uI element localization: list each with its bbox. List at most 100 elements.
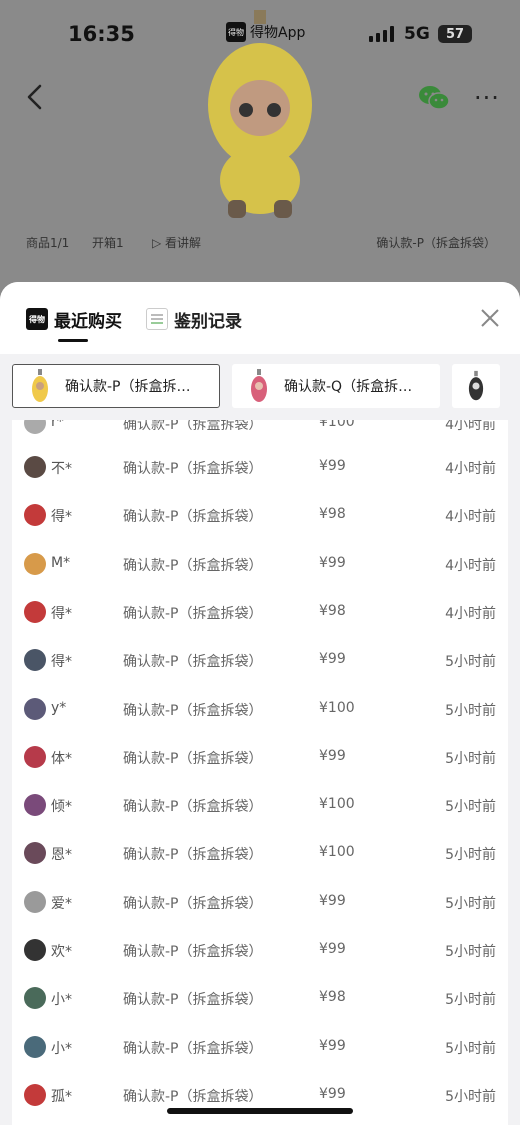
purchase-time: 4小时前 (445, 557, 496, 574)
purchase-time: 5小时前 (445, 944, 496, 960)
current-variant-label: 确认款-P（拆盒拆袋） (376, 236, 496, 250)
tab-label: 鉴别记录 (174, 311, 242, 332)
avatar (24, 420, 46, 434)
purchase-price: ¥99 (319, 651, 346, 668)
avatar (24, 456, 46, 478)
app-name: 得物App (250, 25, 306, 41)
avatar (24, 697, 46, 720)
variant-selector: 确认款-P（拆盒拆… 确认款-Q（拆盒拆… (0, 364, 520, 410)
certificate-icon (146, 308, 168, 330)
list-item: 不* 确认款-P（拆盒拆袋） ¥99 4小时前 (12, 444, 508, 492)
purchase-time: 5小时前 (445, 654, 496, 671)
network-type: 5G (404, 24, 430, 44)
buyer-name: 得* (51, 654, 72, 671)
list-item: 得* 确认款-P（拆盒拆袋） ¥99 5小时前 (12, 637, 508, 685)
buyer-name: r* (51, 420, 64, 430)
purchase-time: 5小时前 (445, 1088, 496, 1105)
variant-chip-p[interactable]: 确认款-P（拆盒拆… (12, 364, 220, 408)
variant-label: 确认款-Q（拆盒拆… (284, 379, 413, 395)
status-bar: 16:35 得物 得物App 5G 57 (0, 0, 520, 70)
buyer-name: 爱* (51, 895, 72, 912)
variant-thumbnail (32, 369, 48, 402)
purchase-time: 4小时前 (445, 605, 496, 622)
buyer-name: y* (51, 699, 67, 716)
list-item: y* 确认款-P（拆盒拆袋） ¥100 5小时前 (12, 686, 508, 734)
dewu-logo-icon: 得物 (26, 308, 48, 330)
purchase-price: ¥100 (319, 796, 355, 813)
home-indicator (167, 1108, 353, 1114)
tab-recent-purchases[interactable]: 得物 最近购买 (26, 304, 122, 334)
purchase-time: 5小时前 (445, 895, 496, 912)
avatar (24, 649, 46, 672)
avatar (24, 552, 46, 575)
list-item: 小* 确认款-P（拆盒拆袋） ¥99 5小时前 (12, 1024, 508, 1072)
buyer-name: M* (51, 554, 71, 571)
product-variant: 确认款-P（拆盒拆袋） (123, 654, 263, 671)
list-item: 得* 确认款-P（拆盒拆袋） ¥98 4小时前 (12, 589, 508, 637)
list-item: 得* 确认款-P（拆盒拆袋） ¥98 4小时前 (12, 492, 508, 540)
product-index[interactable]: 商品1/1 (26, 234, 69, 251)
active-tab-indicator (58, 339, 88, 342)
avatar (24, 745, 46, 768)
product-variant: 确认款-P（拆盒拆袋） (123, 557, 263, 574)
app-logo-icon: 得物 (226, 22, 246, 42)
variant-chip-q[interactable]: 确认款-Q（拆盒拆… (232, 364, 440, 408)
buyer-name: 孤* (51, 1088, 72, 1105)
purchase-list[interactable]: r* 确认款-P（拆盒拆袋） ¥100 4小时前 不* 确认款-P（拆盒拆袋） ¥9… (12, 420, 508, 1125)
purchase-time: 5小时前 (445, 799, 496, 816)
purchase-price: ¥98 (319, 602, 346, 619)
purchase-time: 5小时前 (445, 847, 496, 864)
purchase-time: 4小时前 (445, 420, 496, 433)
purchase-price: ¥99 (319, 458, 346, 474)
recent-purchases-sheet: 得物 最近购买 鉴别记录 确认款-P（拆盒拆… 确认款-Q（拆盒拆… r* 确认… (0, 282, 520, 1125)
avatar (24, 1035, 46, 1058)
purchase-time: 5小时前 (445, 992, 496, 1009)
avatar (24, 842, 46, 865)
variant-thumbnail (251, 369, 267, 402)
app-indicator: 得物 得物App (226, 22, 305, 42)
product-meta-bar: 商品1/1 开箱1 ▷ 看讲解 确认款-P（拆盒拆袋） (26, 234, 496, 254)
avatar (24, 504, 46, 527)
purchase-price: ¥99 (319, 554, 346, 571)
more-icon[interactable]: ··· (474, 84, 500, 112)
tab-label: 最近购买 (54, 311, 122, 332)
product-variant: 确认款-P（拆盒拆袋） (123, 702, 263, 719)
product-variant: 确认款-P（拆盒拆袋） (123, 420, 263, 433)
product-variant: 确认款-P（拆盒拆袋） (123, 895, 263, 912)
status-time: 16:35 (68, 22, 135, 46)
close-icon[interactable] (480, 308, 500, 328)
avatar (24, 1083, 46, 1106)
product-variant: 确认款-P（拆盒拆袋） (123, 750, 263, 767)
purchase-price: ¥98 (319, 989, 346, 1006)
buyer-name: 得* (51, 605, 72, 622)
battery-icon: 57 (438, 25, 472, 43)
list-item: 体* 确认款-P（拆盒拆袋） ¥99 5小时前 (12, 734, 508, 782)
purchase-time: 4小时前 (445, 461, 496, 477)
list-item: M* 确认款-P（拆盒拆袋） ¥99 4小时前 (12, 541, 508, 589)
watch-explain-link[interactable]: ▷ 看讲解 (152, 234, 201, 251)
sheet-header: 得物 最近购买 鉴别记录 (0, 282, 520, 354)
product-variant: 确认款-P（拆盒拆袋） (123, 1088, 263, 1105)
product-variant: 确认款-P（拆盒拆袋） (123, 847, 263, 864)
purchase-price: ¥98 (319, 506, 346, 523)
wechat-icon[interactable] (418, 84, 450, 112)
variant-thumbnail (468, 370, 484, 401)
avatar (24, 890, 46, 913)
purchase-price: ¥99 (319, 747, 346, 764)
buyer-name: 小* (51, 1040, 72, 1057)
variant-chip-more[interactable] (452, 364, 500, 408)
product-variant: 确认款-P（拆盒拆袋） (123, 509, 263, 526)
purchase-price: ¥100 (319, 844, 355, 861)
variant-label: 确认款-P（拆盒拆… (65, 379, 191, 395)
unbox-link[interactable]: 开箱1 (92, 234, 124, 251)
chevron-left-icon[interactable] (22, 82, 52, 112)
purchase-time: 4小时前 (445, 509, 496, 526)
purchase-price: ¥100 (319, 420, 355, 430)
purchase-price: ¥99 (319, 1037, 346, 1054)
tab-authentication-records[interactable]: 鉴别记录 (146, 304, 242, 334)
avatar (24, 939, 46, 961)
buyer-name: 倾* (51, 799, 72, 816)
purchase-time: 5小时前 (445, 702, 496, 719)
list-item: 倾* 确认款-P（拆盒拆袋） ¥100 5小时前 (12, 782, 508, 830)
signal-icon (369, 26, 394, 42)
